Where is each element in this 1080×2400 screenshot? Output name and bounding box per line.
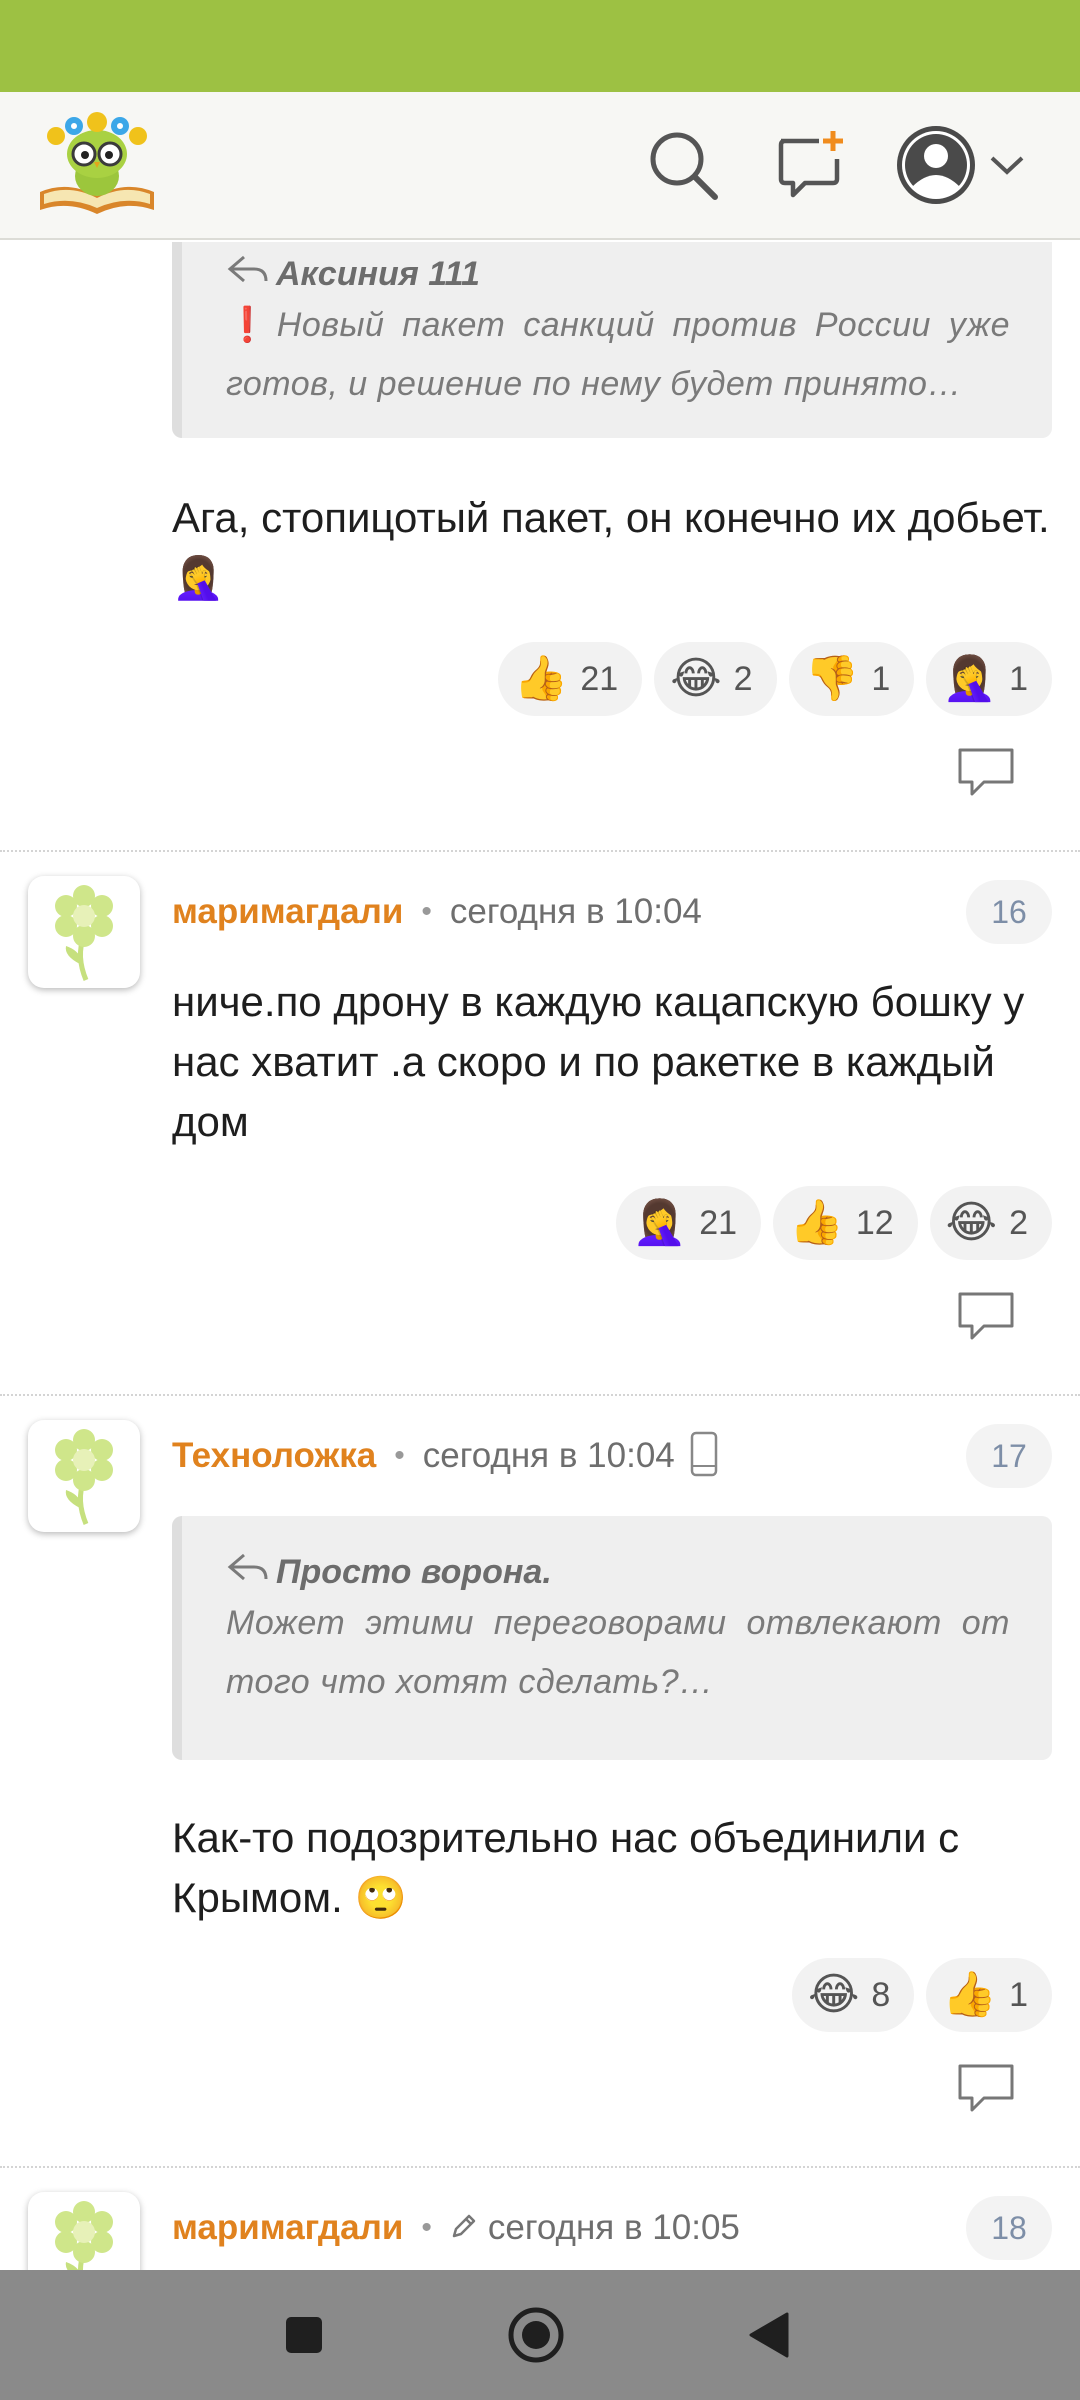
comment-meta: маримагдали • сегодня в 10:05 xyxy=(172,2208,740,2248)
reaction-thumbs-up[interactable]: 👍 1 xyxy=(926,1958,1052,2032)
username[interactable]: маримагдали xyxy=(172,2208,403,2248)
new-post-icon xyxy=(775,127,851,208)
flower-avatar-icon xyxy=(55,1429,113,1525)
reaction-thumbs-down[interactable]: 👎 1 xyxy=(788,642,915,716)
flower-avatar-icon xyxy=(55,885,113,981)
reply-bubble-icon xyxy=(958,1292,1014,1340)
reaction-facepalm[interactable]: 🤦‍♀️ 1 xyxy=(926,642,1052,716)
search-icon xyxy=(645,127,721,208)
exclamation-icon: ❗ xyxy=(226,306,277,344)
chevron-down-icon xyxy=(988,153,1026,182)
reactions-bar: 😂 8 👍 1 xyxy=(791,1958,1052,2032)
username[interactable]: маримагдали xyxy=(172,892,403,932)
reply-bubble-icon xyxy=(958,748,1014,796)
quote-text: ❗Новый пакет санкций против России уже г… xyxy=(226,306,1010,403)
mobile-device-icon xyxy=(689,1430,719,1483)
reading-owl-logo[interactable] xyxy=(34,110,160,222)
back-button[interactable] xyxy=(728,2295,808,2375)
recent-apps-button[interactable] xyxy=(264,2295,344,2375)
comment-number-badge[interactable]: 17 xyxy=(966,1424,1052,1488)
avatar[interactable] xyxy=(28,2192,140,2270)
comment-divider xyxy=(0,850,1080,852)
quote-block[interactable]: Просто ворона. Может этими переговорами … xyxy=(172,1516,1052,1760)
recent-apps-icon xyxy=(286,2317,322,2353)
comment-number-badge[interactable]: 18 xyxy=(966,2196,1052,2260)
reaction-laugh[interactable]: 😂 2 xyxy=(654,642,777,716)
reply-button[interactable] xyxy=(956,2062,1016,2114)
quote-text: Может этими переговорами отвлекают от то… xyxy=(226,1604,1010,1701)
timestamp[interactable]: сегодня в 10:04 xyxy=(423,1436,675,1476)
comment-divider xyxy=(0,2166,1080,2168)
quote-block[interactable]: Аксиния 111 ❗Новый пакет санкций против … xyxy=(172,242,1052,438)
avatar[interactable] xyxy=(28,1420,140,1532)
home-icon xyxy=(508,2307,564,2363)
reactions-bar: 👍 21 😂 2 👎 1 🤦‍♀️ 1 xyxy=(497,642,1052,716)
search-button[interactable] xyxy=(638,122,728,212)
reactions-bar: 🤦‍♀️ 21 👍 12 😂 2 xyxy=(616,1186,1052,1260)
comment-text: Ага, стопицотый пакет, он конечно их доб… xyxy=(172,494,1050,601)
comments-feed: Аксиния 111 ❗Новый пакет санкций против … xyxy=(0,242,1080,2270)
reply-bubble-icon xyxy=(958,2064,1014,2112)
avatar[interactable] xyxy=(28,876,140,988)
comment-text: ниче.по дрону в каждую кацапскую бошку у… xyxy=(172,978,1025,1145)
status-bar xyxy=(0,0,1080,92)
comment-text: Как-то подозрительно нас объединили с Кр… xyxy=(172,1814,960,1921)
system-navigation-bar xyxy=(0,2270,1080,2400)
new-post-button[interactable] xyxy=(768,122,858,212)
timestamp[interactable]: сегодня в 10:04 xyxy=(450,892,702,932)
pencil-icon xyxy=(450,2212,478,2245)
username[interactable]: Техноложка xyxy=(172,1436,376,1476)
flower-avatar-icon xyxy=(55,2201,113,2270)
reaction-thumbs-up[interactable]: 👍 21 xyxy=(497,642,643,716)
profile-icon xyxy=(894,123,978,212)
reply-arrow-icon xyxy=(226,1551,276,1594)
comment-divider xyxy=(0,1394,1080,1396)
comment-meta: Техноложка • сегодня в 10:04 xyxy=(172,1426,719,1486)
reaction-thumbs-up[interactable]: 👍 12 xyxy=(773,1186,918,1260)
reaction-facepalm[interactable]: 🤦‍♀️ 21 xyxy=(616,1186,762,1260)
app-header xyxy=(0,92,1080,240)
profile-menu-button[interactable] xyxy=(894,122,1044,212)
home-button[interactable] xyxy=(496,2295,576,2375)
timestamp[interactable]: сегодня в 10:05 xyxy=(488,2208,740,2248)
back-icon xyxy=(749,2312,789,2358)
reply-button[interactable] xyxy=(956,1290,1016,1342)
reply-arrow-icon xyxy=(226,253,276,296)
quote-author: Просто ворона. xyxy=(276,1552,552,1591)
reaction-laugh[interactable]: 😂 8 xyxy=(791,1958,915,2032)
quote-author: Аксиния 111 xyxy=(276,254,480,293)
reaction-laugh[interactable]: 😂 2 xyxy=(929,1186,1052,1260)
comment-number-badge[interactable]: 16 xyxy=(966,880,1052,944)
reply-button[interactable] xyxy=(956,746,1016,798)
comment-meta: маримагдали • сегодня в 10:04 xyxy=(172,892,702,932)
